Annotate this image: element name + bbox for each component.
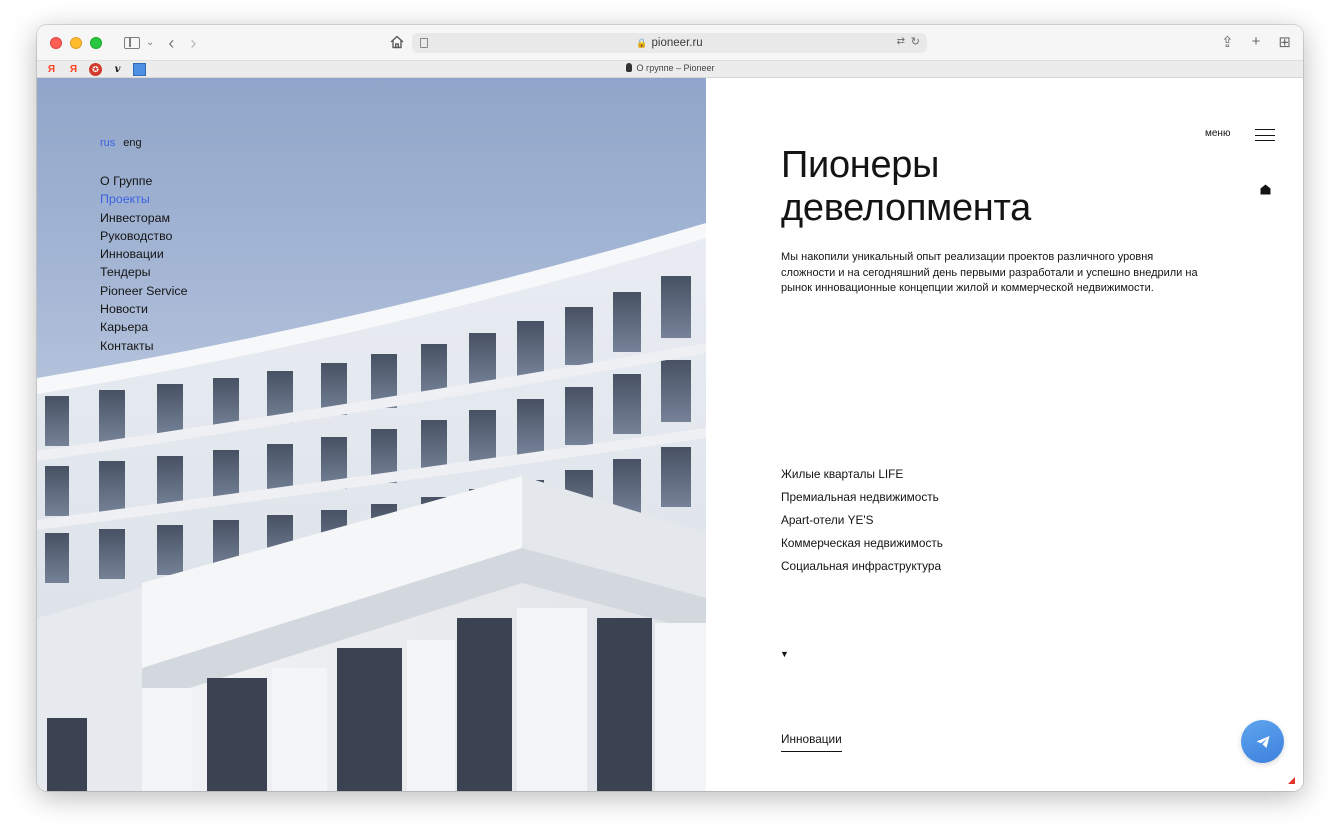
active-tab[interactable]: О группе – Pioneer [37, 63, 1303, 73]
category-apart-hotels[interactable]: Apart-отели YE'S [781, 509, 943, 532]
sidebar-toggle-icon[interactable] [124, 36, 140, 49]
home-icon[interactable] [1260, 184, 1271, 195]
corner-marker-icon [1288, 777, 1295, 784]
url-text: pioneer.ru [651, 37, 703, 49]
lang-rus-link[interactable]: rus [100, 137, 115, 149]
nav-item-management[interactable]: Руководство [100, 227, 187, 245]
title-line-2: девелопмента [781, 187, 1032, 229]
next-section-link[interactable]: Инновации [781, 732, 842, 752]
toolbar-right-actions: ⇪ + ⊞ [1221, 33, 1291, 51]
address-bar[interactable]: 🔒 pioneer.ru ⇄ ↻ [412, 33, 927, 53]
triangle-down-icon[interactable]: ▼ [780, 649, 789, 659]
category-commercial[interactable]: Коммерческая недвижимость [781, 532, 943, 555]
nav-item-news[interactable]: Новости [100, 300, 187, 318]
favorites-bar: Я Я ✪ v О группе – Pioneer [37, 60, 1303, 78]
paper-plane-icon [1256, 735, 1269, 748]
title-line-1: Пионеры [781, 144, 940, 186]
browser-toolbar: ⌄ ‹ › 🔒 pioneer.ru ⇄ ↻ ⇪ + ⊞ [37, 25, 1303, 60]
web-page: rus eng О Группе Проекты Инвесторам Руков… [37, 78, 1303, 791]
telegram-button[interactable] [1241, 720, 1284, 763]
nav-item-career[interactable]: Карьера [100, 318, 187, 336]
intro-paragraph: Мы накопили уникальный опыт реализации п… [781, 251, 1198, 294]
hero-building-image: rus eng О Группе Проекты Инвесторам Руков… [37, 78, 706, 791]
page-title: Пионеры девелопмента [781, 144, 1201, 230]
project-categories: Жилые кварталы LIFE Премиальная недвижим… [781, 463, 943, 578]
forward-arrow-icon[interactable]: › [190, 34, 196, 52]
nav-item-innovations[interactable]: Инновации [100, 245, 187, 263]
browser-home-icon[interactable] [389, 34, 405, 50]
tab-overview-icon[interactable]: ⊞ [1278, 33, 1291, 51]
reload-icon[interactable]: ↻ [911, 35, 920, 48]
hamburger-icon[interactable] [1255, 129, 1275, 142]
lock-icon: 🔒 [636, 37, 648, 48]
chevron-down-icon[interactable]: ⌄ [146, 36, 154, 50]
category-social[interactable]: Социальная инфраструктура [781, 555, 943, 578]
minimize-window-button[interactable] [70, 36, 82, 49]
browser-window: ⌄ ‹ › 🔒 pioneer.ru ⇄ ↻ ⇪ + ⊞ Я Я ✪ v О г [37, 25, 1303, 791]
translate-icon[interactable]: ⇄ [897, 36, 905, 47]
content-panel: меню Пионеры девелопмента Мы накопили ун… [706, 78, 1303, 791]
nav-item-projects[interactable]: Проекты [100, 190, 187, 208]
main-navigation: О Группе Проекты Инвесторам Руководство … [100, 172, 187, 355]
category-premium[interactable]: Премиальная недвижимость [781, 486, 943, 509]
language-switcher: rus eng [100, 137, 142, 149]
category-life[interactable]: Жилые кварталы LIFE [781, 463, 943, 486]
nav-item-about[interactable]: О Группе [100, 172, 187, 190]
zoom-window-button[interactable] [90, 36, 102, 49]
nav-item-pioneer-service[interactable]: Pioneer Service [100, 282, 187, 300]
new-tab-icon[interactable]: + [1252, 33, 1261, 51]
nav-item-tenders[interactable]: Тендеры [100, 263, 187, 281]
tab-title-text: О группе – Pioneer [636, 63, 715, 73]
back-arrow-icon[interactable]: ‹ [168, 34, 174, 52]
pioneer-favicon-icon [625, 63, 632, 72]
lang-eng-link[interactable]: eng [123, 137, 141, 149]
nav-item-contacts[interactable]: Контакты [100, 337, 187, 355]
page-icon [420, 38, 428, 48]
close-window-button[interactable] [50, 36, 62, 49]
nav-item-investors[interactable]: Инвесторам [100, 209, 187, 227]
window-controls [50, 36, 102, 49]
share-icon[interactable]: ⇪ [1221, 33, 1234, 51]
menu-label[interactable]: меню [1205, 128, 1230, 139]
